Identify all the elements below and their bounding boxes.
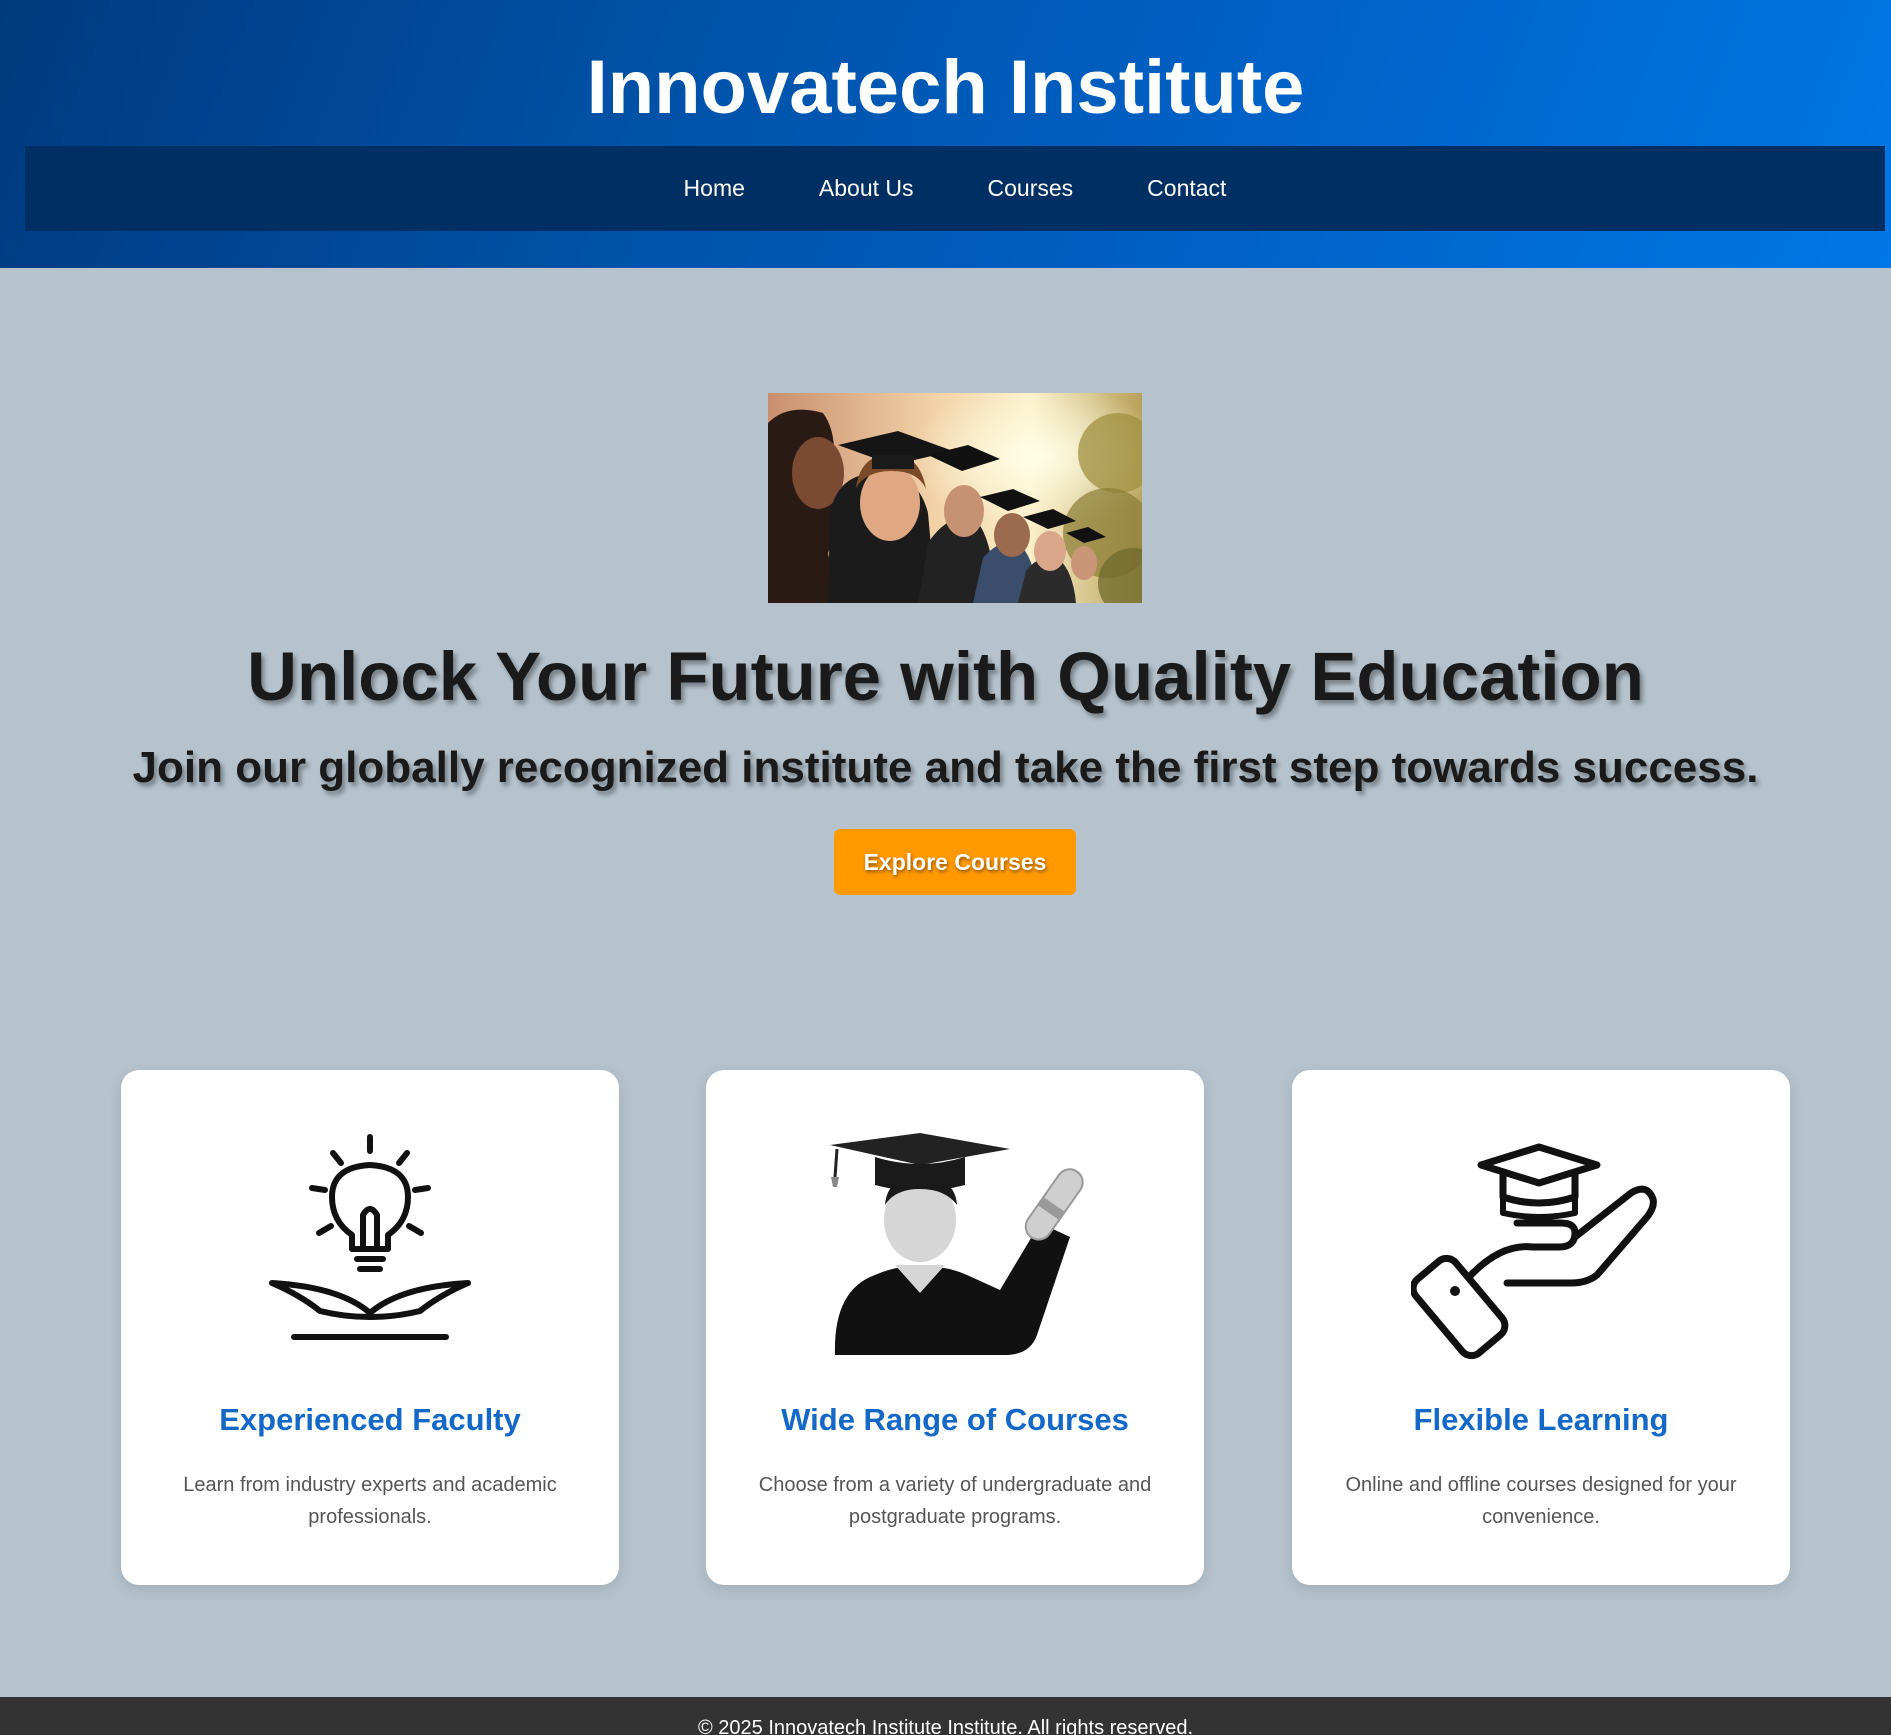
main-navbar: Home About Us Courses Contact: [25, 146, 1885, 231]
feature-card-wide-range-of-courses: Wide Range of Courses Choose from a vari…: [706, 1070, 1204, 1585]
feature-card-flexible-learning: Flexible Learning Online and offline cou…: [1292, 1070, 1790, 1585]
hero-subtitle: Join our globally recognized institute a…: [132, 743, 1759, 792]
site-footer: © 2025 Innovatech Institute Institute. A…: [0, 1697, 1891, 1735]
hero-title: Unlock Your Future with Quality Educatio…: [247, 638, 1644, 715]
graduate-diploma-icon: [706, 1120, 1204, 1370]
copyright-text: © 2025 Innovatech Institute Institute. A…: [697, 1717, 1193, 1735]
site-title: Innovatech Institute: [586, 45, 1305, 130]
feature-description: Online and offline courses designed for …: [1345, 1474, 1737, 1528]
lightbulb-book-icon: [121, 1120, 619, 1370]
nav-link-home[interactable]: Home: [647, 146, 782, 231]
explore-courses-button[interactable]: Explore Courses: [834, 829, 1076, 895]
nav-link-courses[interactable]: Courses: [951, 146, 1111, 231]
nav-link-about-us[interactable]: About Us: [782, 146, 951, 231]
hero-graduates-image: [768, 393, 1142, 603]
site-header: Innovatech Institute Home About Us Cours…: [0, 0, 1891, 268]
feature-card-experienced-faculty: Experienced Faculty Learn from industry …: [121, 1070, 619, 1585]
feature-title: Flexible Learning: [1413, 1402, 1669, 1437]
hand-graduation-cap-icon: [1292, 1120, 1790, 1370]
nav-link-contact[interactable]: Contact: [1110, 146, 1263, 231]
feature-title: Experienced Faculty: [219, 1402, 521, 1437]
feature-description: Learn from industry experts and academic…: [183, 1474, 557, 1528]
feature-description: Choose from a variety of undergraduate a…: [758, 1474, 1152, 1528]
feature-title: Wide Range of Courses: [781, 1402, 1129, 1437]
